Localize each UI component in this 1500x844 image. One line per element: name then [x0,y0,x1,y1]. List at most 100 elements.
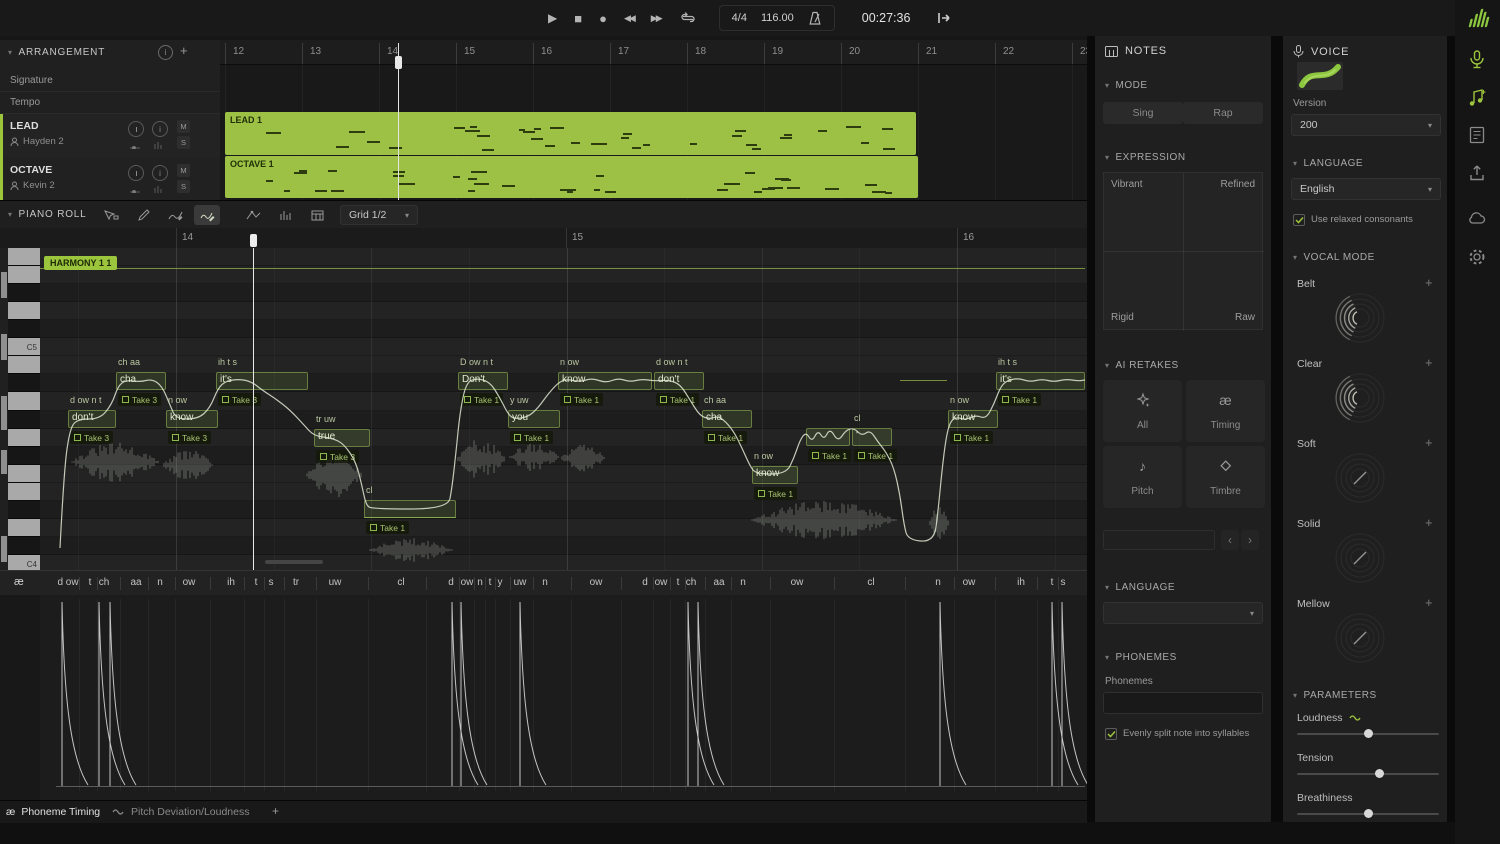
ai-retake-all-button[interactable]: All [1103,380,1182,442]
mode-sing-button[interactable]: Sing [1103,102,1183,124]
phoneme-timing-lane[interactable] [0,595,1087,800]
pencil-tool[interactable] [130,205,156,225]
harmony-track-badge[interactable]: HARMONY 1 1 [44,256,117,270]
arrangement-header[interactable]: ARRANGEMENT [8,47,105,58]
voice-avatar[interactable] [1297,62,1343,90]
tab-phoneme-timing[interactable]: Phoneme Timing [6,801,100,823]
time-signature-value[interactable]: 4/4 [732,12,747,24]
mute-button[interactable]: M [177,120,190,133]
arrangement-info-icon[interactable] [158,45,173,60]
note[interactable] [806,428,850,446]
piano-key[interactable] [8,429,40,447]
fast-forward-button[interactable] [651,14,661,23]
phoneme[interactable]: t [1051,577,1054,588]
note[interactable]: don't [68,410,116,428]
take-badge[interactable]: Take 1 [998,393,1041,406]
piano-key[interactable] [8,392,40,410]
timeline-ruler[interactable] [220,40,1087,65]
track-lead[interactable]: LEAD Hayden 2 M S [0,114,220,159]
piano-key[interactable] [8,302,40,320]
phoneme[interactable]: d [642,577,648,588]
signature-lane[interactable]: Signature [0,70,220,92]
phoneme[interactable]: n [935,577,941,588]
vocal-mode-add-button[interactable] [1425,275,1433,290]
piano-key[interactable] [8,483,40,501]
singer-name[interactable]: Kevin 2 [23,180,55,191]
note[interactable]: don't [654,372,704,390]
phoneme[interactable]: cl [867,577,874,588]
track-gain-knob[interactable] [128,165,144,181]
take-badge[interactable]: Take 1 [754,487,797,500]
loop-icon[interactable] [680,11,696,25]
expression-section-header[interactable]: EXPRESSION [1105,152,1186,163]
track-info-knob[interactable] [152,121,168,137]
note[interactable]: ' [852,428,892,446]
note[interactable] [364,500,456,518]
take-badge[interactable]: Take 3 [218,393,261,406]
take-badge[interactable]: Take 1 [808,449,851,462]
vocal-mode-add-button[interactable] [1425,595,1433,610]
piano-key[interactable] [8,519,40,537]
take-badge[interactable]: Take 3 [168,431,211,444]
take-badge[interactable]: Take 1 [854,449,897,462]
mode-section-header[interactable]: MODE [1105,80,1148,91]
vocal-mode-dial[interactable] [1332,450,1388,506]
clip-octave-1[interactable]: OCTAVE 1 [225,156,918,198]
phoneme[interactable]: ih [1017,577,1025,588]
relaxed-consonants-checkbox-row[interactable]: Use relaxed consonants [1293,214,1443,226]
phoneme[interactable]: s [269,577,274,588]
add-track-button[interactable] [180,43,188,58]
collapse-arrangement-icon[interactable] [8,48,13,57]
vocal-mode-dial[interactable] [1332,530,1388,586]
piano-key[interactable] [8,374,40,392]
vocal-mode-add-button[interactable] [1425,515,1433,530]
note-language-dropdown[interactable] [1103,602,1263,624]
pitch-draw-tool[interactable] [194,205,220,225]
piano-roll-canvas[interactable]: C5C4HARMONY 1 1d ow n tdon'tTake 3ch aac… [0,248,1087,570]
ai-retakes-section-header[interactable]: AI RETAKES [1105,360,1179,371]
add-parameter-lane-button[interactable] [272,804,279,818]
mute-button[interactable]: M [177,164,190,177]
tempo-lane[interactable]: Tempo [0,92,220,114]
track-octave[interactable]: OCTAVE Kevin 2 M S [0,158,220,201]
piano-key[interactable] [8,447,40,465]
phoneme[interactable]: t [489,577,492,588]
voice-language-dropdown[interactable]: English [1291,178,1441,200]
phoneme[interactable]: uw [514,577,527,588]
phoneme[interactable]: uw [329,577,342,588]
cloud-tab-icon[interactable] [1468,210,1486,225]
piano-key[interactable] [8,465,40,483]
slider-knob-breathiness[interactable] [1364,809,1373,818]
voice-tab-icon[interactable] [1468,50,1486,70]
phoneme[interactable]: y [498,577,503,588]
piano-roll-title[interactable]: PIANO ROLL [8,209,87,220]
playhead-handle[interactable] [250,234,257,247]
voice-language-section-header[interactable]: LANGUAGE [1293,158,1363,169]
settings-gear-icon[interactable] [1468,248,1486,266]
ai-retake-timing-button[interactable]: æTiming [1186,380,1265,442]
rewind-button[interactable] [624,14,634,23]
version-dropdown[interactable]: 200 [1291,114,1441,136]
note[interactable]: it's [996,372,1085,390]
parameters-section-header[interactable]: PARAMETERS [1293,690,1377,701]
phoneme[interactable]: d [448,577,454,588]
piano-key[interactable] [8,248,40,266]
phoneme[interactable]: ch [99,577,110,588]
notes-tab-icon[interactable] [1468,88,1486,108]
export-tab-icon[interactable] [1468,164,1486,182]
take-badge[interactable]: Take 1 [366,521,409,534]
checkbox-checked-icon[interactable] [1293,214,1305,226]
piano-key[interactable] [8,284,40,302]
stop-button[interactable] [574,12,582,25]
solo-button[interactable]: S [177,136,190,149]
slider-knob-loudness[interactable] [1364,729,1373,738]
take-badge[interactable]: Take 1 [704,431,747,444]
language-section-header[interactable]: LANGUAGE [1105,582,1175,593]
note[interactable]: Don't [458,372,508,390]
note[interactable]: true [314,429,370,447]
bpm-value[interactable]: 116.00 [761,12,794,24]
phoneme[interactable]: ow [590,577,603,588]
phoneme[interactable]: tr [293,577,299,588]
record-button[interactable] [599,12,607,25]
pointer-tool[interactable] [98,205,124,225]
